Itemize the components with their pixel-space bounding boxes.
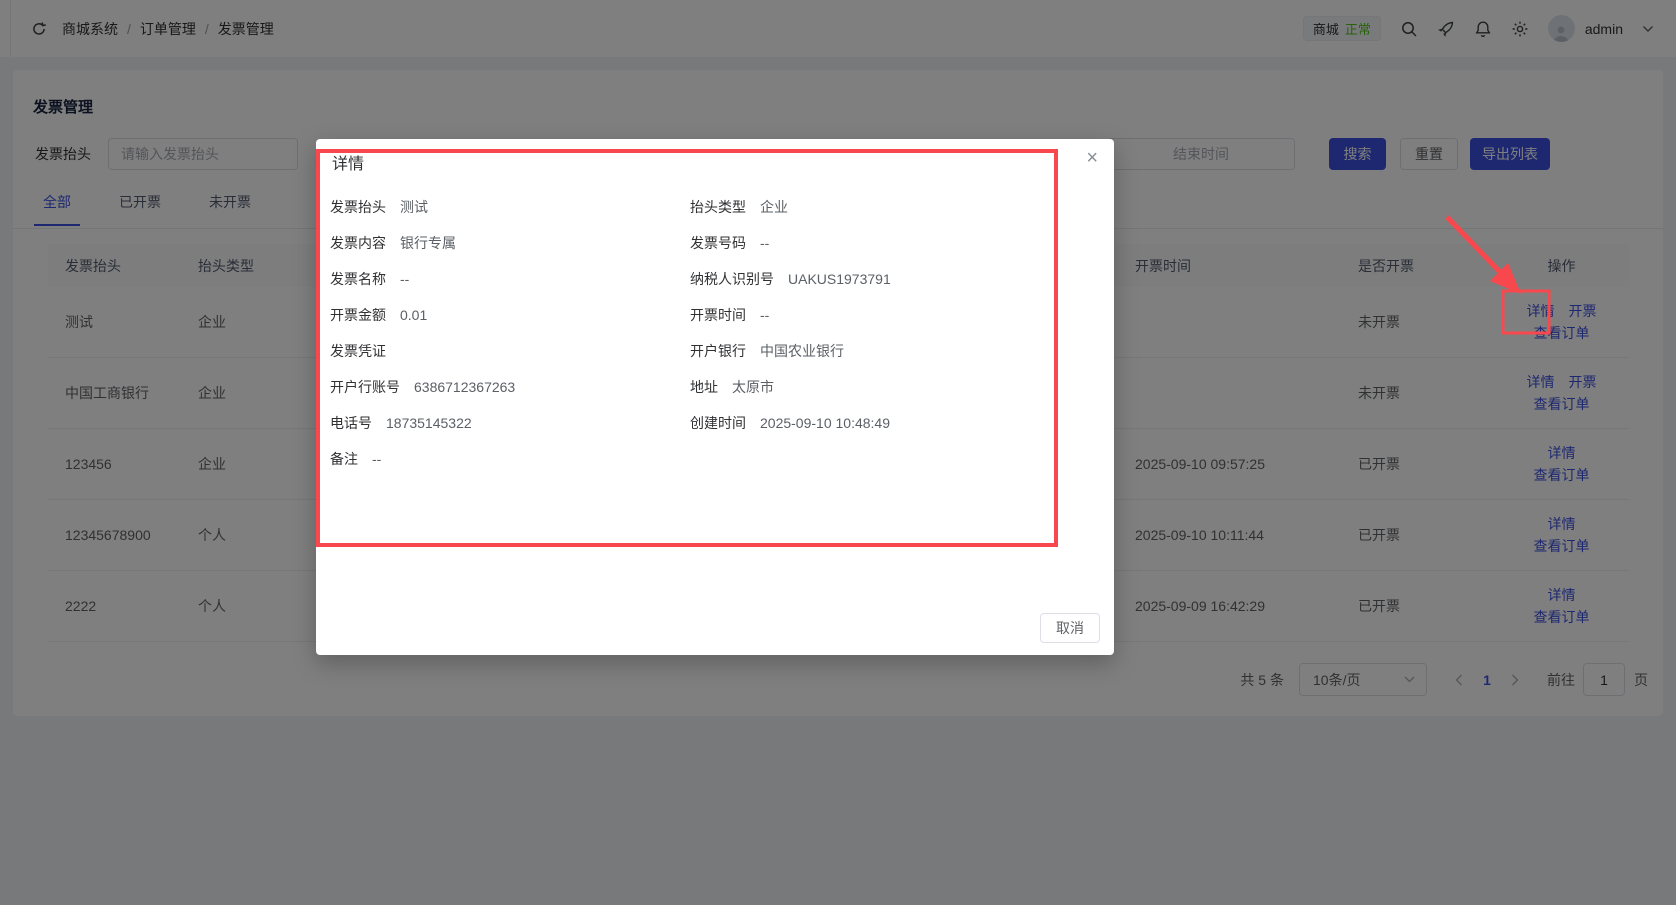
cancel-button[interactable]: 取消 xyxy=(1040,613,1100,643)
field-label: 电话号 xyxy=(330,413,372,433)
field-label: 地址 xyxy=(690,377,718,397)
field-value: 太原市 xyxy=(732,377,774,397)
field-value: 测试 xyxy=(400,197,428,217)
field-value: 18735145322 xyxy=(386,415,472,431)
detail-fields-right: 抬头类型企业 发票号码-- 纳税人识别号UAKUS1973791 开票时间-- … xyxy=(690,189,1100,441)
field-label: 开票时间 xyxy=(690,305,746,325)
field-value: 企业 xyxy=(760,197,788,217)
close-icon[interactable]: × xyxy=(1086,148,1098,168)
field-value: 银行专属 xyxy=(400,233,456,253)
field-label: 开户银行 xyxy=(690,341,746,361)
field-label: 开票金额 xyxy=(330,305,386,325)
field-value: -- xyxy=(400,271,409,287)
field-value: UAKUS1973791 xyxy=(788,271,891,287)
field-value: 0.01 xyxy=(400,307,427,323)
field-label: 备注 xyxy=(330,449,358,469)
field-label: 开户行账号 xyxy=(330,377,400,397)
field-label: 发票凭证 xyxy=(330,341,386,361)
field-label: 发票号码 xyxy=(690,233,746,253)
field-label: 发票抬头 xyxy=(330,197,386,217)
field-value: 中国农业银行 xyxy=(760,341,844,361)
field-label: 发票名称 xyxy=(330,269,386,289)
field-value: 2025-09-10 10:48:49 xyxy=(760,415,890,431)
field-value: 6386712367263 xyxy=(414,379,515,395)
detail-modal: 详情 × 发票抬头测试 发票内容银行专属 发票名称 -- 开票金额 0.01 发票凭… xyxy=(316,139,1114,655)
field-label: 抬头类型 xyxy=(690,197,746,217)
modal-title: 详情 xyxy=(332,150,364,174)
detail-fields-left: 发票抬头测试 发票内容银行专属 发票名称 -- 开票金额 0.01 发票凭证 开户行… xyxy=(330,189,686,477)
field-label: 创建时间 xyxy=(690,413,746,433)
invoice-management-screen: { "header": { "breadcrumb": ["商城系统", "订单… xyxy=(0,0,1676,905)
field-value: -- xyxy=(760,307,769,323)
field-value: -- xyxy=(372,451,381,467)
field-label: 纳税人识别号 xyxy=(690,269,774,289)
field-label: 发票内容 xyxy=(330,233,386,253)
field-value: -- xyxy=(760,235,769,251)
